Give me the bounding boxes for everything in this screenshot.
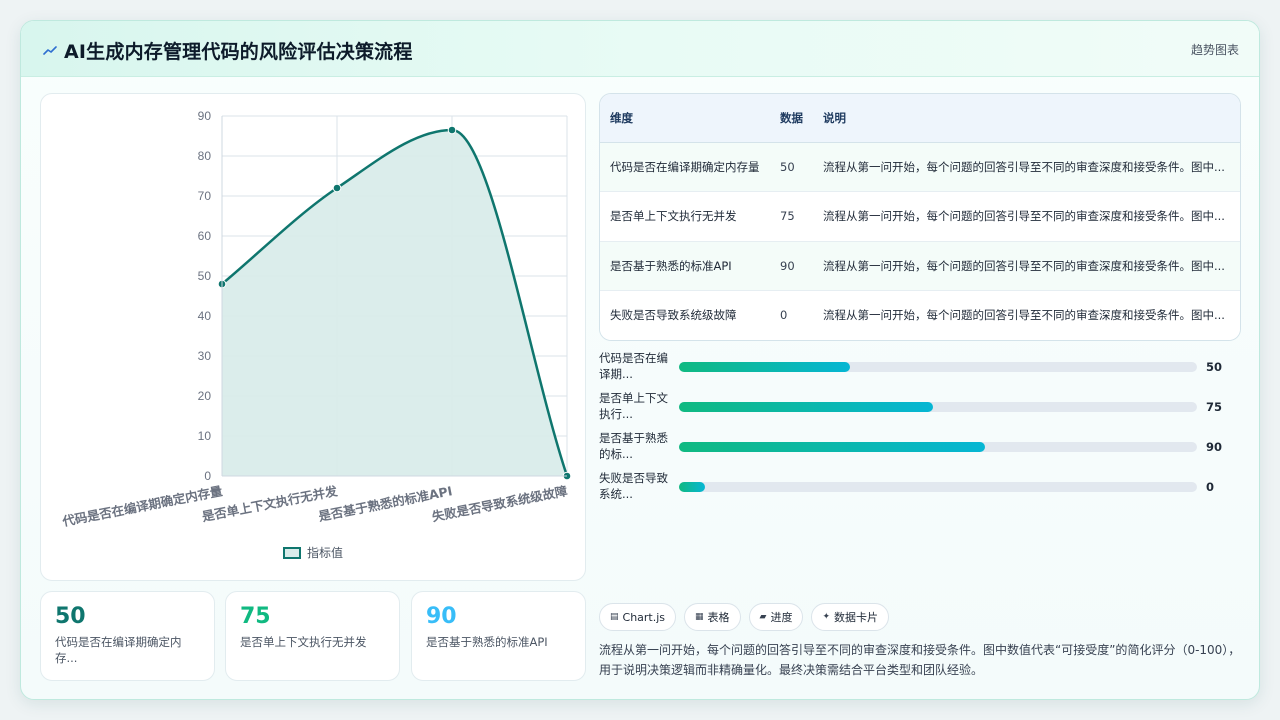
data-point (447, 125, 457, 135)
y-tick-label: 30 (198, 349, 212, 363)
chip-label: 进度 (770, 611, 793, 624)
data-table: 维度 数据 说明 代码是否在编译期确定内存量 50 流程从第一问开始，每个问题的… (600, 94, 1240, 340)
chip-table[interactable]: ▦ 表格 (684, 603, 741, 631)
header-desc[interactable]: 说明 (813, 94, 1240, 143)
data-table-wrap: 维度 数据 说明 代码是否在编译期确定内存量 50 流程从第一问开始，每个问题的… (599, 93, 1241, 341)
stat-card-1: 50 代码是否在编译期确定内存... (40, 591, 215, 681)
table-row[interactable]: 失败是否导致系统级故障 0 流程从第一问开始，每个问题的回答引导至不同的审查深度… (600, 290, 1240, 340)
y-tick-label: 40 (198, 309, 212, 323)
x-tick-label: 代码是否在编译期确定内存量 (60, 483, 224, 529)
cell-dim: 是否基于熟悉的标准API (600, 241, 770, 291)
chip-cards[interactable]: ✦ 数据卡片 (811, 603, 890, 631)
progress-fill (679, 442, 985, 452)
chip-label: 数据卡片 (834, 611, 879, 624)
progress-fill (679, 482, 705, 492)
stat-label: 是否基于熟悉的标准API (426, 635, 548, 649)
cell-dim: 代码是否在编译期确定内存量 (600, 142, 770, 192)
progress-icon: ▰ (759, 612, 767, 622)
progress-value: 0 (1206, 480, 1215, 494)
area-chart: 0102030405060708090代码是否在编译期确定内存量是否单上下文执行… (60, 109, 572, 529)
progress-track (679, 362, 1197, 372)
stat-label: 代码是否在编译期确定内存... (55, 635, 182, 665)
progress-track (679, 482, 1197, 492)
legend-swatch (282, 546, 301, 559)
progress-label: 是否基于熟悉的标... (599, 431, 668, 461)
progress-label: 是否单上下文执行... (599, 391, 668, 421)
table-icon: ▦ (695, 612, 704, 622)
y-tick-label: 90 (198, 109, 212, 123)
cell-desc: 流程从第一问开始，每个问题的回答引导至不同的审查深度和接受条件。图中... (813, 290, 1240, 340)
series-area (222, 130, 567, 476)
stat-label: 是否单上下文执行无并发 (240, 635, 367, 649)
chip-progress[interactable]: ▰ 进度 (748, 603, 804, 631)
cell-desc: 流程从第一问开始，每个问题的回答引导至不同的审查深度和接受条件。图中... (813, 142, 1240, 192)
page-title: AI生成内存管理代码的风险评估决策流程 (64, 41, 413, 63)
y-tick-label: 10 (198, 429, 212, 443)
feature-chips: ▤ Chart.js ▦ 表格 ▰ 进度 ✦ 数据卡片 (599, 603, 897, 631)
header-data[interactable]: 数据 (770, 94, 813, 143)
y-tick-label: 20 (198, 389, 212, 403)
chart-icon: ▤ (610, 612, 619, 622)
header-dim[interactable]: 维度 (600, 94, 770, 143)
chip-label: Chart.js (622, 610, 666, 624)
stat-card-2: 75 是否单上下文执行无并发 (225, 591, 400, 681)
table-header-row: 维度 数据 说明 (600, 94, 1240, 143)
cell-data: 50 (770, 142, 813, 192)
description-text: 流程从第一问开始，每个问题的回答引导至不同的审查深度和接受条件。图中数值代表“可… (599, 643, 1241, 677)
y-tick-label: 0 (204, 469, 211, 483)
stat-card-3: 90 是否基于熟悉的标准API (411, 591, 586, 681)
trend-line-icon (43, 45, 57, 55)
table-row[interactable]: 是否单上下文执行无并发 75 流程从第一问开始，每个问题的回答引导至不同的审查深… (600, 191, 1240, 242)
card-icon: ✦ (822, 612, 831, 622)
chart-panel: 0 10 20 30 40 50 60 70 80 90 代码是否在编译期确定内存量 是否单上下文执行… (40, 93, 586, 581)
chip-chartjs[interactable]: ▤ Chart.js (599, 603, 677, 631)
progress-track (679, 442, 1197, 452)
chart-legend[interactable]: 指标值 (41, 544, 585, 561)
cell-dim: 失败是否导致系统级故障 (600, 290, 770, 340)
cell-data: 0 (770, 290, 813, 340)
y-tick-label: 70 (198, 189, 212, 203)
title-wrap: AI生成内存管理代码的风险评估决策流程 (43, 37, 413, 64)
legend-label: 指标值 (306, 546, 343, 560)
main-card: AI生成内存管理代码的风险评估决策流程 趋势图表 0 10 20 30 40 50 60 70… (20, 20, 1260, 700)
y-tick-label: 80 (198, 149, 212, 163)
cell-desc: 流程从第一问开始，每个问题的回答引导至不同的审查深度和接受条件。图中... (813, 191, 1240, 242)
progress-fill (679, 362, 850, 372)
progress-label: 失败是否导致系统... (599, 471, 668, 501)
table-row[interactable]: 代码是否在编译期确定内存量 50 流程从第一问开始，每个问题的回答引导至不同的审… (600, 142, 1240, 192)
stat-value: 50 (55, 604, 86, 629)
stat-value: 90 (426, 604, 457, 629)
data-point (332, 183, 342, 193)
progress-row: 是否基于熟悉的标... 90 (599, 431, 1241, 471)
cell-dim: 是否单上下文执行无并发 (600, 191, 770, 242)
chart-type-label: 趋势图表 (1190, 43, 1239, 57)
table-row[interactable]: 是否基于熟悉的标准API 90 流程从第一问开始，每个问题的回答引导至不同的审查… (600, 241, 1240, 291)
cell-data: 90 (770, 241, 813, 291)
progress-value: 50 (1206, 360, 1223, 374)
progress-value: 90 (1206, 440, 1223, 454)
progress-value: 75 (1206, 400, 1223, 414)
progress-track (679, 402, 1197, 412)
y-tick-label: 60 (198, 229, 212, 243)
header: AI生成内存管理代码的风险评估决策流程 趋势图表 (21, 21, 1259, 77)
progress-fill (679, 402, 933, 412)
progress-row: 代码是否在编译期... 50 (599, 351, 1241, 391)
progress-row: 是否单上下文执行... 75 (599, 391, 1241, 431)
progress-label: 代码是否在编译期... (599, 351, 668, 381)
cell-desc: 流程从第一问开始，每个问题的回答引导至不同的审查深度和接受条件。图中... (813, 241, 1240, 291)
y-tick-label: 50 (198, 269, 212, 283)
stat-value: 75 (240, 604, 271, 629)
chip-label: 表格 (707, 611, 730, 624)
cell-data: 75 (770, 191, 813, 242)
progress-bars: 代码是否在编译期... 50 是否单上下文执行... 75 是否基于熟悉的标..… (599, 351, 1241, 511)
progress-row: 失败是否导致系统... 0 (599, 471, 1241, 511)
